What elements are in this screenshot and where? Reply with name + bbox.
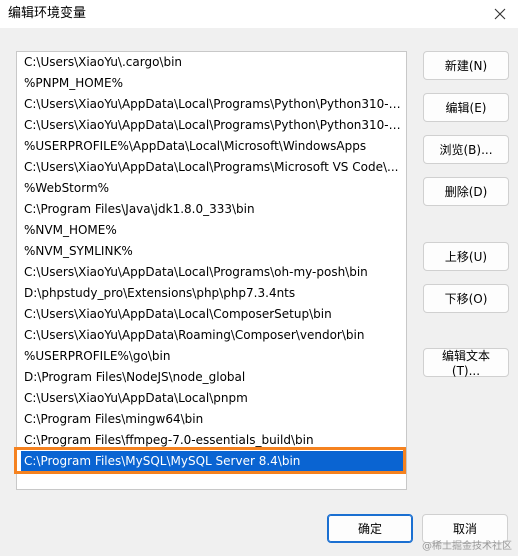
- list-item[interactable]: C:\Users\XiaoYu\.cargo\bin: [21, 52, 405, 72]
- window-title: 编辑环境变量: [8, 6, 87, 21]
- list-item[interactable]: C:\Users\XiaoYu\AppData\Roaming\Composer…: [21, 325, 405, 345]
- list-item[interactable]: %NVM_SYMLINK%: [21, 241, 405, 261]
- new-button[interactable]: 新建(N): [423, 51, 509, 80]
- list-item[interactable]: C:\Users\XiaoYu\AppData\Local\Programs\P…: [21, 115, 405, 135]
- list-item[interactable]: %USERPROFILE%\AppData\Local\Microsoft\Wi…: [21, 136, 405, 156]
- close-icon: [494, 8, 506, 20]
- list-item[interactable]: C:\Users\XiaoYu\AppData\Local\Programs\P…: [21, 94, 405, 114]
- list-item[interactable]: C:\Users\XiaoYu\AppData\Local\Programs\o…: [21, 262, 405, 282]
- list-item[interactable]: C:\Program Files\MySQL\MySQL Server 8.4\…: [21, 451, 405, 471]
- edit-env-variable-dialog: 编辑环境变量 C:\Users\XiaoYu\.cargo\bin %PNPM_H…: [0, 0, 518, 556]
- list-item[interactable]: C:\Program Files\Java\jdk1.8.0_333\bin: [21, 199, 405, 219]
- delete-button[interactable]: 删除(D): [423, 177, 509, 206]
- watermark: @稀土掘金技术社区: [422, 541, 512, 552]
- list-item[interactable]: D:\phpstudy_pro\Extensions\php\php7.3.4n…: [21, 283, 405, 303]
- list-item[interactable]: C:\Users\XiaoYu\AppData\Local\ComposerSe…: [21, 304, 405, 324]
- title-bar: 编辑环境变量: [0, 0, 518, 28]
- path-list[interactable]: C:\Users\XiaoYu\.cargo\bin %PNPM_HOME% C:\…: [16, 51, 407, 490]
- ok-button[interactable]: 确定: [327, 514, 413, 543]
- close-button[interactable]: [482, 0, 518, 28]
- list-item[interactable]: D:\Program Files\NodeJS\node_global: [21, 367, 405, 387]
- move-up-button[interactable]: 上移(U): [423, 242, 509, 271]
- list-item[interactable]: %USERPROFILE%\go\bin: [21, 346, 405, 366]
- list-item[interactable]: C:\Users\XiaoYu\AppData\Local\Programs\M…: [21, 157, 405, 177]
- list-item[interactable]: C:\Program Files\mingw64\bin: [21, 409, 405, 429]
- list-item[interactable]: C:\Users\XiaoYu\AppData\Local\pnpm: [21, 388, 405, 408]
- list-item[interactable]: %PNPM_HOME%: [21, 73, 405, 93]
- edit-button[interactable]: 编辑(E): [423, 93, 509, 122]
- move-down-button[interactable]: 下移(O): [423, 284, 509, 313]
- edit-text-button[interactable]: 编辑文本(T)...: [423, 348, 509, 378]
- list-item[interactable]: C:\Program Files\ffmpeg-7.0-essentials_b…: [21, 430, 405, 450]
- browse-button[interactable]: 浏览(B)...: [423, 135, 509, 164]
- list-item[interactable]: %NVM_HOME%: [21, 220, 405, 240]
- list-item[interactable]: %WebStorm%: [21, 178, 405, 198]
